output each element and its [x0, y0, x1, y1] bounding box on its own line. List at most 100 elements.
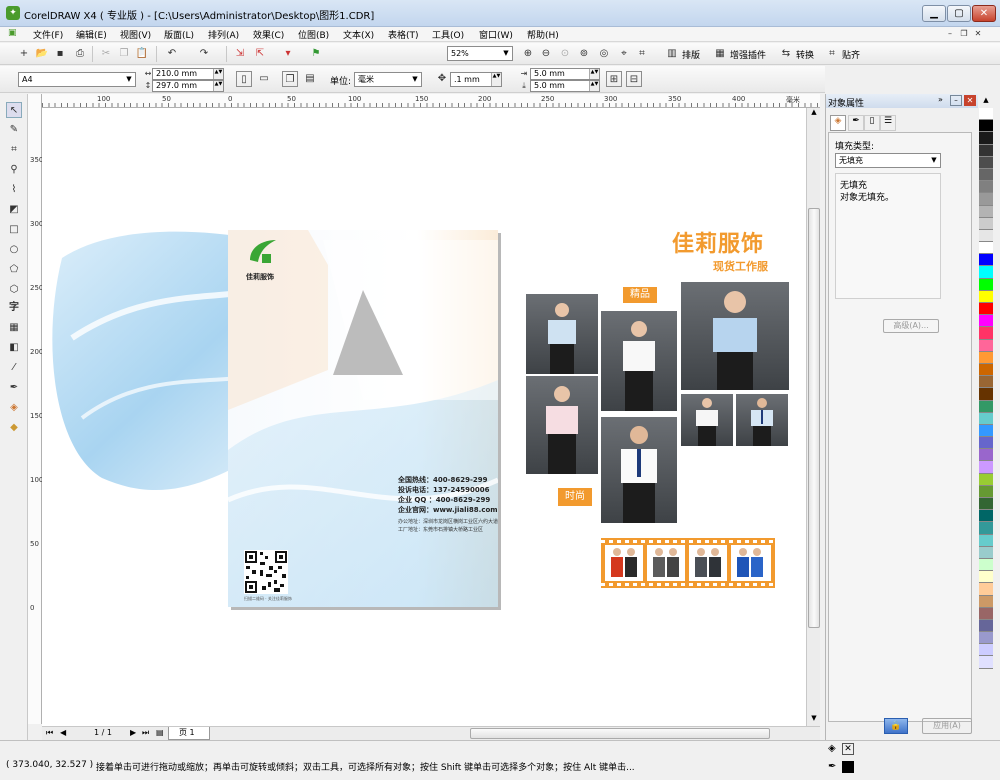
- palette-swatch[interactable]: [979, 363, 993, 377]
- model-photo[interactable]: [736, 394, 788, 446]
- panel-close-icon[interactable]: ✕: [964, 95, 976, 106]
- palette-swatch[interactable]: [979, 558, 993, 572]
- menu-table[interactable]: 表格(T): [388, 28, 419, 41]
- palette-swatch[interactable]: [979, 290, 993, 303]
- palette-swatch[interactable]: [979, 498, 993, 511]
- palette-swatch[interactable]: [979, 449, 993, 462]
- portrait-icon[interactable]: ▯: [236, 71, 252, 87]
- menu-window[interactable]: 窗口(W): [479, 28, 513, 41]
- palette-swatch[interactable]: [979, 168, 993, 182]
- model-photo[interactable]: [526, 376, 598, 474]
- palette-swatch[interactable]: [979, 571, 993, 584]
- zoom-in-icon[interactable]: ⊕: [520, 46, 536, 62]
- document-icon[interactable]: ▣: [8, 28, 17, 38]
- units-icon[interactable]: ⊞: [606, 71, 622, 87]
- doc-minimize-icon[interactable]: –: [944, 28, 956, 40]
- palette-swatch[interactable]: [979, 120, 993, 133]
- palette-swatch[interactable]: [979, 656, 993, 669]
- fill-tab-icon[interactable]: ◈: [830, 115, 846, 131]
- save-icon[interactable]: ▪: [52, 46, 68, 62]
- palette-swatch[interactable]: [979, 339, 993, 352]
- menu-effects[interactable]: 效果(C): [253, 28, 284, 41]
- spin-icon[interactable]: ▲▼: [213, 69, 223, 79]
- spin-icon[interactable]: ▲▼: [213, 81, 223, 91]
- interactive-blend-icon[interactable]: ◧: [6, 340, 22, 356]
- palette-swatch[interactable]: [979, 388, 993, 401]
- palette-swatch[interactable]: [979, 412, 993, 425]
- treat-as-filled-icon[interactable]: ⊟: [626, 71, 642, 87]
- current-page-icon[interactable]: ▤: [302, 71, 318, 87]
- eyedropper-icon[interactable]: ⁄: [6, 360, 22, 376]
- model-photo[interactable]: [681, 282, 789, 390]
- table-tool-icon[interactable]: ▦: [6, 320, 22, 336]
- drawing-canvas[interactable]: 佳莉服饰 全国热线：400-8629-299 投诉电话：137-24590006…: [42, 108, 806, 726]
- cut-icon[interactable]: ✂: [98, 46, 114, 62]
- panel-minimize-icon[interactable]: –: [950, 95, 962, 106]
- freehand-tool-icon[interactable]: ⌇: [6, 182, 22, 198]
- menu-bitmaps[interactable]: 位图(B): [298, 28, 329, 41]
- vertical-scrollbar[interactable]: ▲ ▼: [806, 108, 820, 726]
- palette-swatch[interactable]: [979, 205, 993, 218]
- horizontal-scroll-thumb[interactable]: [470, 728, 770, 739]
- shape-tool-icon[interactable]: ✎: [6, 122, 22, 138]
- palette-swatch[interactable]: [979, 193, 993, 206]
- undo-icon[interactable]: ↶: [164, 46, 180, 62]
- palette-swatch[interactable]: [979, 619, 993, 633]
- scroll-down-icon[interactable]: ▼: [808, 714, 820, 726]
- palette-swatch[interactable]: [979, 522, 993, 535]
- palette-swatch[interactable]: [979, 181, 993, 194]
- doc-close-icon[interactable]: ✕: [972, 28, 984, 40]
- maximize-button[interactable]: ▢: [947, 5, 971, 22]
- pick-tool-icon[interactable]: ↖: [6, 102, 22, 118]
- menu-help[interactable]: 帮助(H): [527, 28, 559, 41]
- first-page-icon[interactable]: ⏮: [46, 728, 53, 738]
- ellipse-tool-icon[interactable]: ○: [6, 242, 22, 258]
- cover-page[interactable]: 佳莉服饰 全国热线：400-8629-299 投诉电话：137-24590006…: [228, 230, 498, 607]
- interactive-fill-icon[interactable]: ◆: [6, 420, 22, 436]
- palette-swatch[interactable]: [979, 546, 993, 559]
- convert-button[interactable]: 转换: [796, 48, 814, 61]
- page-size-combo[interactable]: A4 ▼: [18, 72, 136, 87]
- fill-tool-icon[interactable]: ◈: [6, 400, 22, 416]
- general-tab-icon[interactable]: ▯: [864, 115, 880, 131]
- paste-icon[interactable]: 📋: [134, 46, 150, 62]
- doc-restore-icon[interactable]: ❐: [958, 28, 970, 40]
- menu-arrange[interactable]: 排列(A): [208, 28, 239, 41]
- snap-icon[interactable]: ⌗: [824, 46, 840, 62]
- zoom-out-icon[interactable]: ⊖: [538, 46, 554, 62]
- page-tab[interactable]: 页 1: [168, 727, 210, 740]
- new-icon[interactable]: +: [16, 46, 32, 62]
- model-photo[interactable]: [681, 394, 733, 446]
- unit-combo[interactable]: 毫米 ▼: [354, 72, 422, 87]
- summary-tab-icon[interactable]: ☰: [880, 115, 896, 131]
- palette-swatch[interactable]: [979, 595, 993, 608]
- zoom-width-icon[interactable]: ⌖: [616, 46, 632, 62]
- spin-icon[interactable]: ▲▼: [491, 73, 501, 86]
- page-width-field[interactable]: 210.0 mm ▲▼: [152, 68, 224, 80]
- plugin-button[interactable]: 增强插件: [730, 48, 766, 61]
- page-height-field[interactable]: 297.0 mm ▲▼: [152, 80, 224, 92]
- palette-swatch[interactable]: [979, 583, 993, 596]
- scroll-thumb[interactable]: [808, 208, 820, 628]
- layout-icon[interactable]: ▥: [664, 46, 680, 62]
- menu-tools[interactable]: 工具(O): [432, 28, 464, 41]
- menu-text[interactable]: 文本(X): [343, 28, 374, 41]
- palette-swatch[interactable]: [979, 144, 993, 157]
- color-palette[interactable]: [979, 108, 993, 740]
- welcome-icon[interactable]: ⚑: [308, 46, 324, 62]
- plugin-icon[interactable]: ▦: [712, 46, 728, 62]
- zoom-selected-icon[interactable]: ⊙: [557, 46, 573, 62]
- palette-swatch[interactable]: [979, 303, 993, 316]
- basic-shapes-icon[interactable]: ⬡: [6, 282, 22, 298]
- nudge-field[interactable]: .1 mm ▲▼: [450, 72, 502, 87]
- menu-file[interactable]: 文件(F): [33, 28, 63, 41]
- palette-swatch[interactable]: [979, 461, 993, 474]
- model-photo[interactable]: [601, 311, 677, 411]
- apply-button[interactable]: 应用(A): [922, 718, 972, 734]
- copy-icon[interactable]: ❐: [116, 46, 132, 62]
- next-page-icon[interactable]: ▶: [130, 728, 136, 737]
- palette-swatch[interactable]: [979, 315, 993, 328]
- palette-swatch[interactable]: [979, 132, 993, 145]
- open-icon[interactable]: 📂: [34, 46, 50, 62]
- print-icon[interactable]: ⎙: [72, 46, 88, 62]
